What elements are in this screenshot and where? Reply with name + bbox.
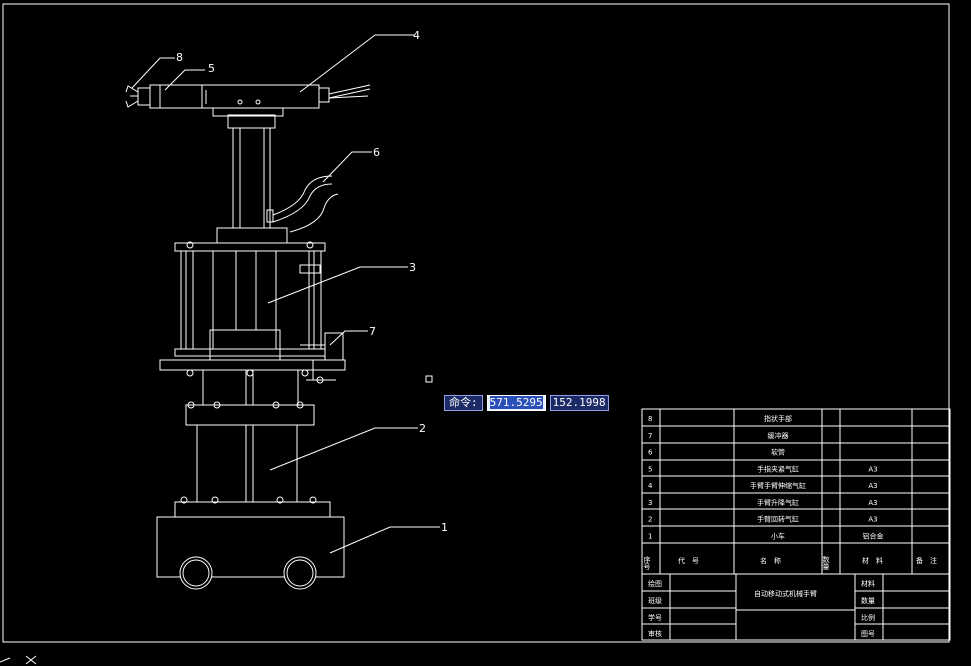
callout-2: 2 — [419, 422, 426, 435]
part-row-no: 4 — [648, 482, 653, 490]
tb-label-draw: 绘图 — [648, 579, 662, 588]
arm-extension-cylinder-part — [201, 84, 371, 117]
part-row-no: 1 — [648, 532, 652, 540]
parts-list-rows: 8 指状手部 7 缓冲器 6 软管 5 手指夹紧气缸 A3 4 手臂手臂伸缩气缸 A3 3 手臂升降气缸 A… — [648, 414, 884, 540]
tb-label-review: 审核 — [648, 629, 662, 638]
leader-lines — [131, 34, 440, 554]
x-coordinate-input[interactable]: 571.5295 — [486, 395, 546, 411]
cart-part — [156, 496, 345, 590]
part-row-name: 小车 — [771, 531, 785, 540]
callout-8: 8 — [176, 51, 183, 64]
part-row-material: 铝合金 — [863, 531, 884, 540]
cad-drawing-canvas[interactable]: 1 2 3 4 5 8 6 7 8 指状手部 7 缓冲器 6 软管 5 手指夹紧气缸 A3 4 手臂… — [0, 0, 971, 666]
parts-list-table — [641, 408, 951, 575]
y-coordinate-input[interactable]: 152.1998 — [549, 395, 609, 411]
drawing-title: 自动移动式机械手臂 — [754, 589, 817, 598]
callout-6: 6 — [373, 146, 380, 159]
callout-7: 7 — [369, 325, 376, 338]
callout-1: 1 — [441, 521, 448, 534]
ucs-icon — [0, 655, 37, 665]
part-row-name: 软管 — [771, 448, 785, 457]
part-row-material: A3 — [868, 499, 877, 507]
hose-part — [272, 175, 339, 233]
drawing-frame — [2, 3, 950, 643]
part-row-name: 缓冲器 — [768, 431, 789, 440]
tb-label-drawing-no: 图号 — [861, 630, 875, 638]
header-note: 备 注 — [916, 556, 937, 565]
cursor-marker — [425, 375, 433, 383]
part-row-no: 5 — [648, 465, 652, 473]
tb-label-material: 材料 — [861, 579, 875, 588]
command-label: 命令: — [444, 395, 483, 411]
header-material: 材 料 — [862, 556, 883, 565]
tb-label-quantity: 数量 — [861, 596, 875, 605]
header-no: 序号 — [643, 555, 651, 571]
part-row-material: A3 — [868, 482, 877, 490]
header-qty: 数量 — [822, 555, 830, 570]
part-row-name: 手臂回转气缸 — [757, 515, 799, 524]
tb-label-id: 学号 — [648, 613, 662, 622]
part-row-no: 8 — [648, 415, 652, 423]
rotation-cylinder-part — [185, 369, 315, 503]
part-row-no: 2 — [648, 516, 652, 524]
base-plate — [159, 359, 346, 371]
part-row-material: A3 — [868, 465, 877, 473]
part-row-no: 7 — [648, 432, 652, 440]
lift-cylinder-part — [174, 241, 326, 361]
part-row-name: 指状手部 — [764, 414, 792, 423]
part-row-no: 6 — [648, 449, 653, 457]
header-code: 代 号 — [678, 556, 699, 565]
callout-3: 3 — [409, 261, 416, 274]
part-row-name: 手臂手臂伸缩气缸 — [750, 481, 806, 490]
tb-label-scale: 比例 — [861, 613, 875, 622]
gripper-part — [125, 84, 203, 109]
tb-label-class: 班级 — [648, 596, 662, 605]
header-name: 名 称 — [760, 556, 781, 565]
title-block — [641, 573, 951, 641]
part-row-material: A3 — [868, 516, 877, 524]
callout-4: 4 — [413, 29, 420, 42]
column-part — [216, 114, 288, 244]
part-row-name: 手臂升降气缸 — [757, 498, 799, 507]
x-coordinate-value: 571.5295 — [489, 396, 543, 409]
callout-5: 5 — [208, 62, 215, 75]
part-row-no: 3 — [648, 499, 652, 507]
dynamic-input-tooltip[interactable]: 命令: 571.5295 152.1998 — [444, 395, 609, 411]
part-row-name: 手指夹紧气缸 — [757, 464, 799, 473]
